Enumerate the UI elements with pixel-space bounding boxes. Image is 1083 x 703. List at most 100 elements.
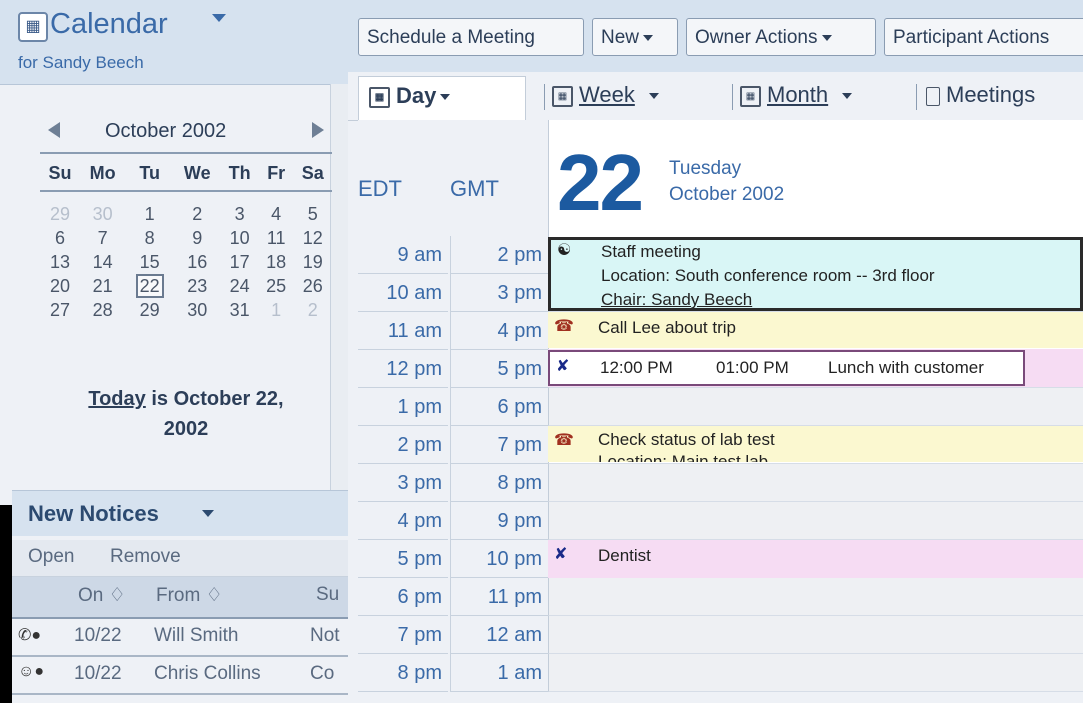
mini-calendar-day[interactable]: 8 [125,226,174,250]
appointment-title: Lunch with customer [828,358,984,377]
day-number: 29 [139,299,160,320]
tab-day[interactable]: ▦ Day [358,76,526,120]
date-header: 22 Tuesday October 2002 [548,120,1083,236]
day-number: 1 [271,299,282,320]
notices-column-headers: On ♢ From ♢ Su [12,577,348,619]
time-slot[interactable] [548,616,1083,654]
owner-actions-button[interactable]: Owner Actions [686,18,876,56]
participant-actions-button[interactable]: Participant Actions [884,18,1083,56]
mini-calendar-day[interactable]: 3 [220,202,258,226]
appointment-lunch[interactable]: ✘ 12:00 PM 01:00 PM Lunch with customer [548,350,1025,386]
mini-calendar-day[interactable]: 31 [220,298,258,322]
mini-calendar-day[interactable]: 26 [294,274,332,298]
left-scrollbar[interactable] [330,84,348,490]
column-from[interactable]: From ♢ [156,584,223,607]
mini-calendar-day[interactable]: 29 [40,202,80,226]
notices-title[interactable]: New Notices [28,501,159,527]
hour-label-edt: 11 am [358,312,448,350]
day-number: 22 [135,273,164,298]
tab-week[interactable]: ▦ Week [552,82,659,108]
mini-calendar-day[interactable]: 20 [40,274,80,298]
mini-calendar-day[interactable]: 1 [259,298,294,322]
mini-calendar-day[interactable]: 1 [125,202,174,226]
tab-month[interactable]: ▦ Month [740,82,853,108]
mini-calendar-day[interactable]: 2 [294,298,332,322]
mini-calendar-day[interactable]: 30 [80,202,125,226]
time-slot[interactable] [548,388,1083,426]
mini-calendar-day[interactable]: 23 [174,274,220,298]
mini-calendar-day[interactable]: 29 [125,298,174,322]
schedule-meeting-button[interactable]: Schedule a Meeting [358,18,584,56]
mini-calendar-day[interactable]: 9 [174,226,220,250]
mini-calendar-day[interactable]: 17 [220,250,258,274]
notice-type-icon: ☺● [18,663,44,680]
month-view-icon: ▦ [740,85,761,107]
mini-calendar-week: 27 28 29 30 31 1 2 [40,298,332,322]
appointment-dentist[interactable]: ✘ Dentist [548,540,1083,578]
mini-calendar-day[interactable]: 2 [174,202,220,226]
tab-day-label: Day [396,83,437,108]
mini-calendar-day[interactable]: 7 [80,226,125,250]
appointment-check-lab[interactable]: ☎ Check status of lab test Location: Mai… [548,426,1083,462]
day-number: 13 [50,251,71,272]
day-number: 16 [187,251,208,272]
mini-calendar-day[interactable]: 24 [220,274,258,298]
chevron-down-icon[interactable] [202,510,214,517]
notices-actions: Open Remove [12,540,348,577]
remove-link[interactable]: Remove [110,546,181,568]
mini-calendar-day[interactable]: 19 [294,250,332,274]
mini-calendar-day[interactable]: 14 [80,250,125,274]
mini-calendar-day[interactable]: 11 [259,226,294,250]
tab-meetings-label: Meetings [946,82,1036,107]
mini-calendar-day[interactable]: 21 [80,274,125,298]
open-link[interactable]: Open [28,546,74,568]
notice-row[interactable]: ✆● 10/22 Will Smith Not [12,619,348,657]
mini-calendar-day[interactable]: 6 [40,226,80,250]
weekday-header: Th [220,156,259,192]
time-slot[interactable] [548,464,1083,502]
day-number: 18 [266,251,287,272]
mini-calendar-day[interactable]: 25 [259,274,294,298]
mini-calendar-day[interactable]: 4 [259,202,294,226]
appointment-call-lee[interactable]: ☎ Call Lee about trip [548,312,1083,348]
hour-label-edt: 1 pm [358,388,448,426]
hour-label-edt: 8 pm [358,654,448,692]
mini-calendar-day[interactable]: 12 [294,226,332,250]
mini-calendar-day[interactable]: 16 [174,250,220,274]
mini-calendar-day[interactable]: 27 [40,298,80,322]
tab-month-label: Month [767,82,829,107]
mini-calendar-day[interactable]: 15 [125,250,174,274]
chevron-down-icon[interactable] [212,14,226,22]
tab-meetings[interactable]: Meetings [926,82,1035,108]
calendar-title-menu[interactable]: ▦ Calendar [18,8,168,42]
notice-type-icon: ✆● [18,627,42,644]
new-button[interactable]: New [592,18,678,56]
mini-calendar-today[interactable]: 22 [125,273,174,298]
next-month-arrow-icon[interactable] [312,122,324,138]
column-on[interactable]: On ♢ [78,584,126,607]
time-slot[interactable] [548,502,1083,540]
prev-month-arrow-icon[interactable] [48,122,60,138]
mini-calendar-day[interactable]: 5 [294,202,332,226]
tab-divider [732,84,733,110]
column-subject[interactable]: Su [316,584,339,606]
appointment-staff-meeting[interactable]: ☯ Staff meeting Location: South conferen… [548,237,1083,311]
notice-row[interactable]: ☺● 10/22 Chris Collins Co [12,657,348,695]
mini-calendar-day[interactable]: 28 [80,298,125,322]
weekday-header: We [174,156,221,192]
notice-date: 10/22 [74,663,122,684]
hour-label-gmt: 3 pm [450,274,548,312]
owner-actions-label: Owner Actions [695,27,818,48]
mini-calendar-day[interactable]: 13 [40,250,80,274]
schedule-meeting-label: Schedule a Meeting [367,27,535,48]
mini-calendar-day[interactable]: 10 [220,226,258,250]
time-slot[interactable] [548,578,1083,616]
time-slot[interactable] [548,654,1083,692]
mini-calendar-day[interactable]: 30 [174,298,220,322]
appointment-title: Check status of lab test [598,430,775,449]
black-corner [0,505,12,703]
hour-row: 4 pm 9 pm [358,502,1083,540]
hour-label-gmt: 1 am [450,654,548,692]
mini-calendar-day[interactable]: 18 [259,250,294,274]
today-link[interactable]: Today [88,388,145,410]
